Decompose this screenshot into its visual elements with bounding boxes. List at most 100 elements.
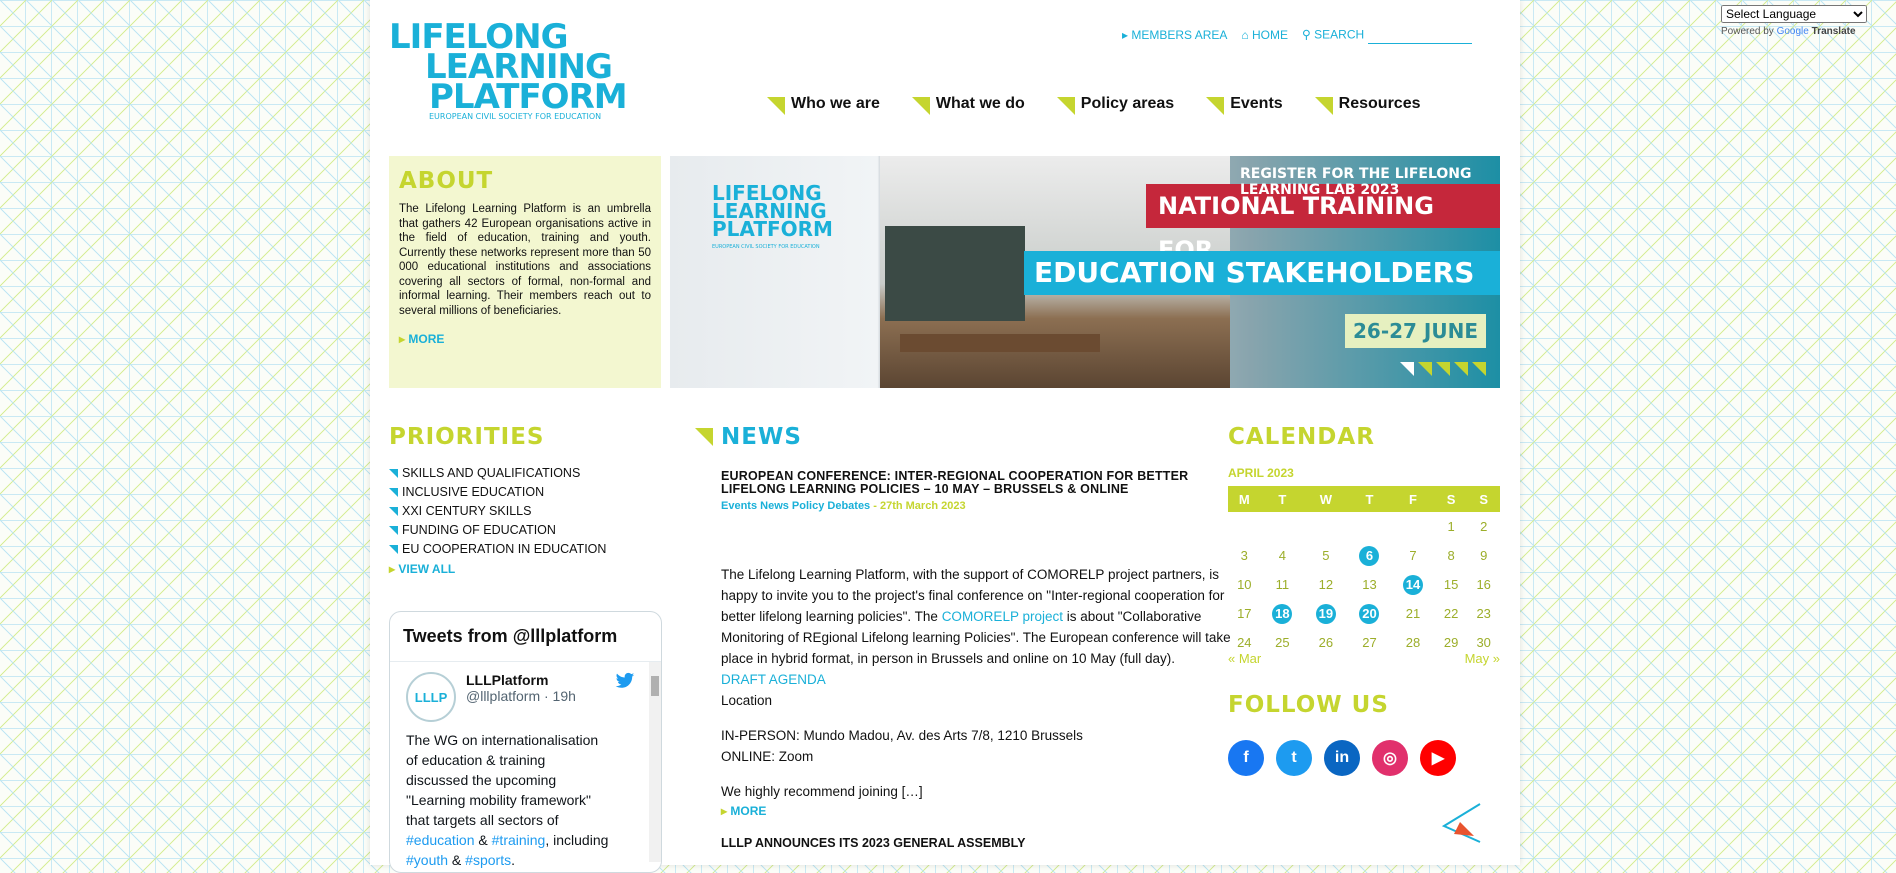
calendar-day: 22 <box>1443 606 1459 621</box>
event-day-link[interactable]: 14 <box>1403 574 1423 595</box>
home-icon: ⌂ <box>1241 27 1249 42</box>
hashtag-link[interactable]: #sports <box>465 852 511 868</box>
news-more-link[interactable]: MORE <box>721 804 1240 818</box>
tweets-scrollbar[interactable] <box>649 662 661 862</box>
calendar-day[interactable]: 18 <box>1261 599 1305 628</box>
home-link[interactable]: ⌂ HOME <box>1241 28 1288 42</box>
weekday-header: T <box>1260 486 1305 512</box>
calendar-day: 17 <box>1237 606 1252 621</box>
hashtag-link[interactable]: #youth <box>406 852 448 868</box>
calendar-title: CALENDAR <box>1228 424 1375 450</box>
calendar-day[interactable]: 6 <box>1348 541 1392 570</box>
twitter-bird-icon[interactable] <box>615 672 635 690</box>
banner-blackboard <box>885 226 1025 321</box>
site-logo[interactable]: LIFELONG LEARNING PLATFORM EUROPEAN CIVI… <box>389 20 628 122</box>
google-label: Google <box>1776 26 1809 37</box>
tweet[interactable]: LLLP LLLPlatform @lllplatform · 19h The … <box>390 662 661 872</box>
linkedin-icon[interactable]: in <box>1324 740 1360 776</box>
banner-education-stakeholders: EDUCATION STAKEHOLDERS <box>1024 251 1500 295</box>
news-category-links[interactable]: Events News Policy Debates <box>721 500 870 512</box>
calendar-day: 15 <box>1443 577 1459 592</box>
members-area-link[interactable]: ▸ MEMBERS AREA <box>1122 28 1227 42</box>
calendar-day: 8 <box>1447 548 1455 563</box>
news-item: EUROPEAN CONFERENCE: INTER-REGIONAL COOP… <box>695 470 1240 851</box>
scrollbar-thumb[interactable] <box>651 676 659 696</box>
event-day-link[interactable]: 19 <box>1315 603 1336 624</box>
event-day-link[interactable]: 6 <box>1359 545 1380 566</box>
tweet-handle: @lllplatform · 19h <box>466 688 576 704</box>
avatar[interactable]: LLLP <box>406 672 456 722</box>
page-container: LIFELONG LEARNING PLATFORM EUROPEAN CIVI… <box>370 0 1520 873</box>
calendar-day: 1 <box>1447 519 1455 534</box>
nav-events[interactable]: Events <box>1206 95 1283 115</box>
calendar-day: 13 <box>1362 577 1377 592</box>
next-news-title[interactable]: LLLP ANNOUNCES ITS 2023 GENERAL ASSEMBLY <box>721 836 1240 850</box>
calendar-day <box>1228 512 1261 541</box>
priority-item[interactable]: FUNDING OF EDUCATION <box>389 521 661 540</box>
tweet-text-amp: & <box>448 852 466 868</box>
nav-policy-areas[interactable]: Policy areas <box>1056 95 1175 115</box>
weekday-header: S <box>1467 486 1500 512</box>
search-input[interactable] <box>1367 25 1472 44</box>
priority-item[interactable]: XXI CENTURY SKILLS <box>389 502 661 521</box>
powered-by-label: Powered by <box>1721 26 1774 37</box>
search-area: ⚲ SEARCH <box>1302 25 1472 44</box>
hashtag-link[interactable]: #training <box>492 832 546 848</box>
news-item-title[interactable]: EUROPEAN CONFERENCE: INTER-REGIONAL COOP… <box>721 470 1240 496</box>
translate-link[interactable]: Translate <box>1812 26 1856 37</box>
weekday-header: M <box>1228 486 1261 512</box>
nav-label: What we do <box>935 95 1025 112</box>
priority-item[interactable]: EU COOPERATION IN EDUCATION <box>389 540 661 559</box>
priority-item[interactable]: INCLUSIVE EDUCATION <box>389 483 661 502</box>
calendar-day <box>1304 512 1348 541</box>
nav-label: Policy areas <box>1080 95 1175 112</box>
nav-label: Resources <box>1338 95 1421 112</box>
nav-resources[interactable]: Resources <box>1314 95 1421 115</box>
comorelp-link[interactable]: COMORELP project <box>942 609 1063 624</box>
google-translate-widget: Select Language Powered by Google Transl… <box>1721 5 1895 37</box>
tweet-author: LLLPlatform @lllplatform · 19h <box>466 672 576 704</box>
calendar-day <box>1391 512 1435 541</box>
draft-agenda-link[interactable]: DRAFT AGENDA <box>721 672 826 687</box>
language-select[interactable]: Select Language <box>1721 5 1867 23</box>
calendar-day[interactable]: 14 <box>1391 570 1435 599</box>
weekday-header: T <box>1347 486 1392 512</box>
banner-triangles <box>1400 362 1486 376</box>
tweet-text: The WG on internationalisation of educat… <box>406 730 611 870</box>
instagram-icon[interactable]: ◎ <box>1372 740 1408 776</box>
prev-month-link[interactable]: « Mar <box>1228 651 1261 666</box>
banner-logo: LIFELONG LEARNING PLATFORM EUROPEAN CIVI… <box>712 183 833 256</box>
nav-what-we-do[interactable]: What we do <box>911 95 1025 115</box>
news-body: The Lifelong Learning Platform, with the… <box>721 564 1240 802</box>
facebook-icon[interactable]: f <box>1228 740 1264 776</box>
banner-register-text: REGISTER FOR THE LIFELONG LEARNING LAB 2… <box>1240 166 1472 198</box>
search-icon: ⚲ <box>1302 27 1311 42</box>
tweet-header: LLLP LLLPlatform @lllplatform · 19h <box>406 672 645 722</box>
news-section: NEWS EUROPEAN CONFERENCE: INTER-REGIONAL… <box>695 424 1240 850</box>
about-more-link[interactable]: MORE <box>399 332 661 346</box>
arrow-right-icon: ▸ <box>1122 27 1129 42</box>
priority-item[interactable]: SKILLS AND QUALIFICATIONS <box>389 464 661 483</box>
nav-who-we-are[interactable]: Who we are <box>767 95 880 115</box>
nav-triangle-icon <box>767 97 785 115</box>
weekday-header: W <box>1304 486 1348 512</box>
event-day-link[interactable]: 18 <box>1272 603 1293 624</box>
view-all-link[interactable]: VIEW ALL <box>389 562 661 576</box>
tweet-name[interactable]: LLLPlatform <box>466 672 576 688</box>
social-links: f t in ◎ ▶ <box>1228 740 1500 776</box>
in-person-text: IN-PERSON: Mundo Madou, Av. des Arts 7/8… <box>721 728 1083 743</box>
calendar-day: 16 <box>1476 577 1491 592</box>
next-month-link[interactable]: May » <box>1465 651 1500 666</box>
calendar-day[interactable]: 20 <box>1348 599 1392 628</box>
calendar-month: APRIL 2023 <box>1228 466 1294 480</box>
tweets-title[interactable]: Tweets from @lllplatform <box>390 612 661 662</box>
youtube-icon[interactable]: ▶ <box>1420 740 1456 776</box>
hashtag-link[interactable]: #education <box>406 832 475 848</box>
event-day-link[interactable]: 20 <box>1359 603 1380 624</box>
hero-banner[interactable]: LIFELONG LEARNING PLATFORM EUROPEAN CIVI… <box>670 156 1500 388</box>
twitter-icon[interactable]: t <box>1276 740 1312 776</box>
nav-label: Who we are <box>791 95 880 112</box>
calendar-day: 23 <box>1476 606 1491 621</box>
calendar-week: 3 4 5 6 7 8 9 <box>1228 541 1500 570</box>
calendar-day[interactable]: 19 <box>1304 599 1348 628</box>
